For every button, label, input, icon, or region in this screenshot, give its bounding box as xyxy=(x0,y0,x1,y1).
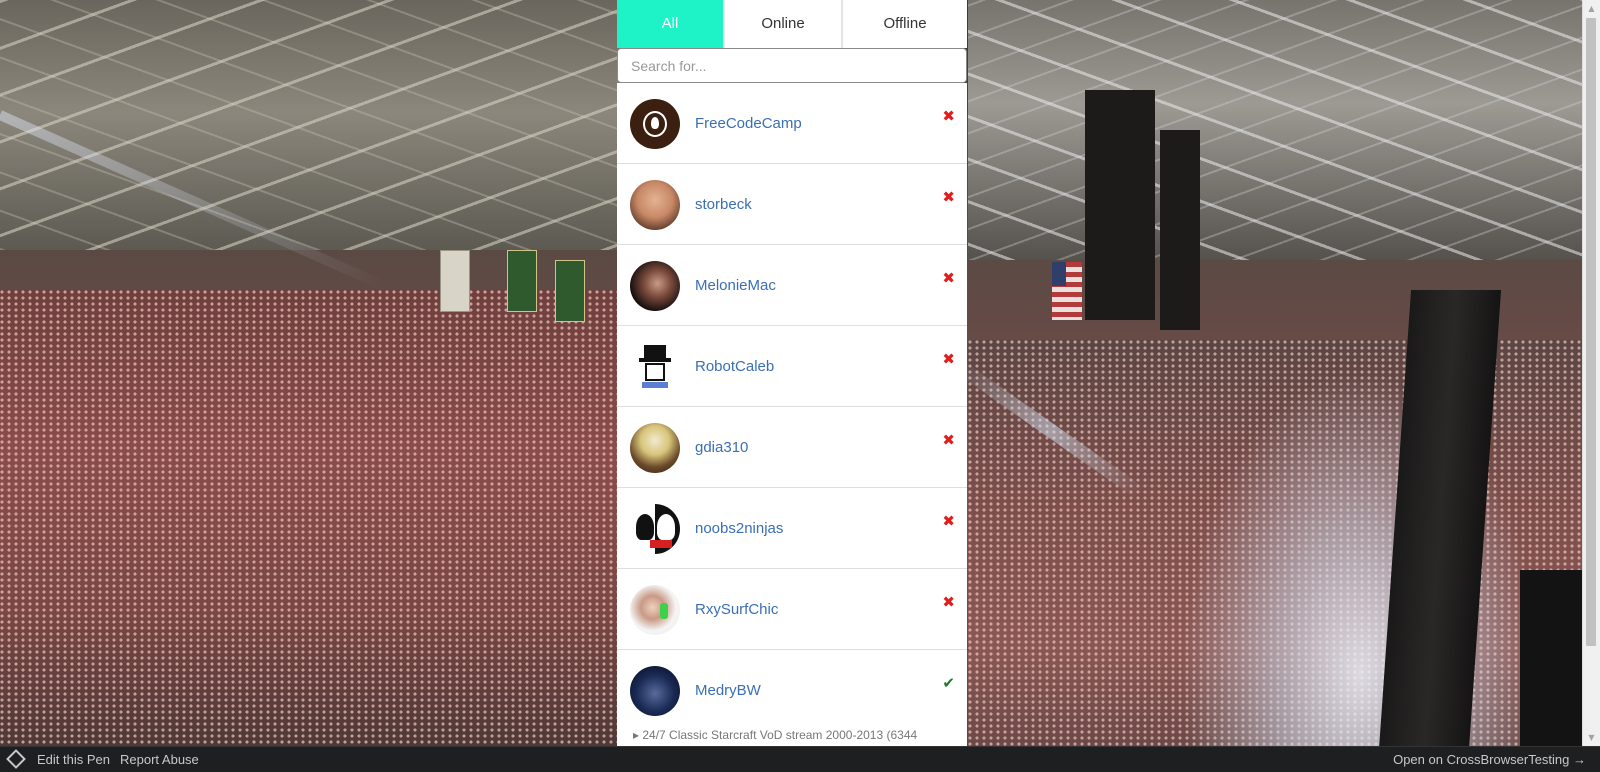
streamer-row[interactable]: noobs2ninjas ✖ xyxy=(617,488,967,569)
arena-banner xyxy=(507,250,537,312)
logo-accent xyxy=(650,540,672,548)
hat-brim-shape xyxy=(639,358,671,362)
stream-title: 24/7 Classic Starcraft VoD stream 2000-2… xyxy=(642,728,918,742)
arena-roof-left xyxy=(0,0,620,250)
speaker-array xyxy=(1160,130,1200,330)
avatar xyxy=(630,342,680,392)
scroll-up-arrow-icon[interactable]: ▲ xyxy=(1583,0,1600,17)
avatar xyxy=(630,261,680,311)
streamer-name-link[interactable]: noobs2ninjas xyxy=(695,488,783,569)
avatar xyxy=(630,504,680,554)
open-crossbrowsertesting-link[interactable]: Open on CrossBrowserTesting → xyxy=(1393,747,1586,772)
fire-icon xyxy=(643,111,667,137)
arena-banner xyxy=(555,260,585,322)
twitch-viewer-panel: All Online Offline FreeCodeCamp ✖ storbe… xyxy=(617,0,967,746)
streamer-row[interactable]: MedryBW ✔ ▸ 24/7 Classic Starcraft VoD s… xyxy=(617,650,967,746)
check-icon: ✔ xyxy=(942,674,955,692)
headphones-shape xyxy=(660,603,668,619)
arena-roof-right xyxy=(968,0,1588,260)
crowd-left xyxy=(0,290,620,746)
report-abuse-link[interactable]: Report Abuse xyxy=(120,747,199,772)
search-input[interactable] xyxy=(617,48,967,83)
avatar xyxy=(630,180,680,230)
top-hat-shape xyxy=(644,345,666,359)
streamer-row[interactable]: gdia310 ✖ xyxy=(617,407,967,488)
cross-icon: ✖ xyxy=(942,431,955,449)
streamer-list: FreeCodeCamp ✖ storbeck ✖ MelonieMac ✖ R… xyxy=(617,83,967,746)
robot-base-shape xyxy=(642,382,668,388)
stream-description: ▸ 24/7 Classic Starcraft VoD stream 2000… xyxy=(633,728,918,742)
tab-all[interactable]: All xyxy=(617,0,723,48)
streamer-row[interactable]: storbeck ✖ xyxy=(617,164,967,245)
cross-icon: ✖ xyxy=(942,107,955,125)
streamer-name-link[interactable]: storbeck xyxy=(695,164,752,245)
codepen-footer-bar: Edit this Pen Report Abuse Open on Cross… xyxy=(0,746,1600,772)
tab-online[interactable]: Online xyxy=(723,0,841,48)
stage-pillar xyxy=(1520,570,1590,746)
cross-icon: ✖ xyxy=(942,593,955,611)
ninja-silhouette xyxy=(657,514,675,540)
cross-icon: ✖ xyxy=(942,188,955,206)
tab-offline[interactable]: Offline xyxy=(841,0,967,48)
arena-banner xyxy=(440,250,470,312)
streamer-name-link[interactable]: FreeCodeCamp xyxy=(695,83,802,164)
edit-pen-link[interactable]: Edit this Pen xyxy=(37,747,110,772)
streamer-name-link[interactable]: RobotCaleb xyxy=(695,326,774,407)
streamer-name-link[interactable]: MedryBW xyxy=(695,650,761,731)
cross-icon: ✖ xyxy=(942,350,955,368)
avatar xyxy=(630,666,680,716)
ninja-silhouette xyxy=(636,514,654,540)
cross-icon: ✖ xyxy=(942,512,955,530)
streamer-row[interactable]: RxySurfChic ✖ xyxy=(617,569,967,650)
streamer-row[interactable]: RobotCaleb ✖ xyxy=(617,326,967,407)
flag xyxy=(1052,262,1082,320)
avatar xyxy=(630,423,680,473)
avatar xyxy=(630,585,680,635)
page-scrollbar[interactable]: ▲ ▼ xyxy=(1582,0,1600,746)
scroll-down-arrow-icon[interactable]: ▼ xyxy=(1583,729,1600,746)
robot-face-shape xyxy=(645,363,665,381)
streamer-name-link[interactable]: MelonieMac xyxy=(695,245,776,326)
scrollbar-thumb[interactable] xyxy=(1586,18,1596,646)
codepen-logo-icon xyxy=(6,749,26,769)
streamer-row[interactable]: MelonieMac ✖ xyxy=(617,245,967,326)
streamer-row[interactable]: FreeCodeCamp ✖ xyxy=(617,83,967,164)
streamer-name-link[interactable]: RxySurfChic xyxy=(695,569,778,650)
avatar xyxy=(630,99,680,149)
streamer-name-link[interactable]: gdia310 xyxy=(695,407,748,488)
speaker-array xyxy=(1085,90,1155,320)
filter-tabs: All Online Offline xyxy=(617,0,967,48)
cross-icon: ✖ xyxy=(942,269,955,287)
